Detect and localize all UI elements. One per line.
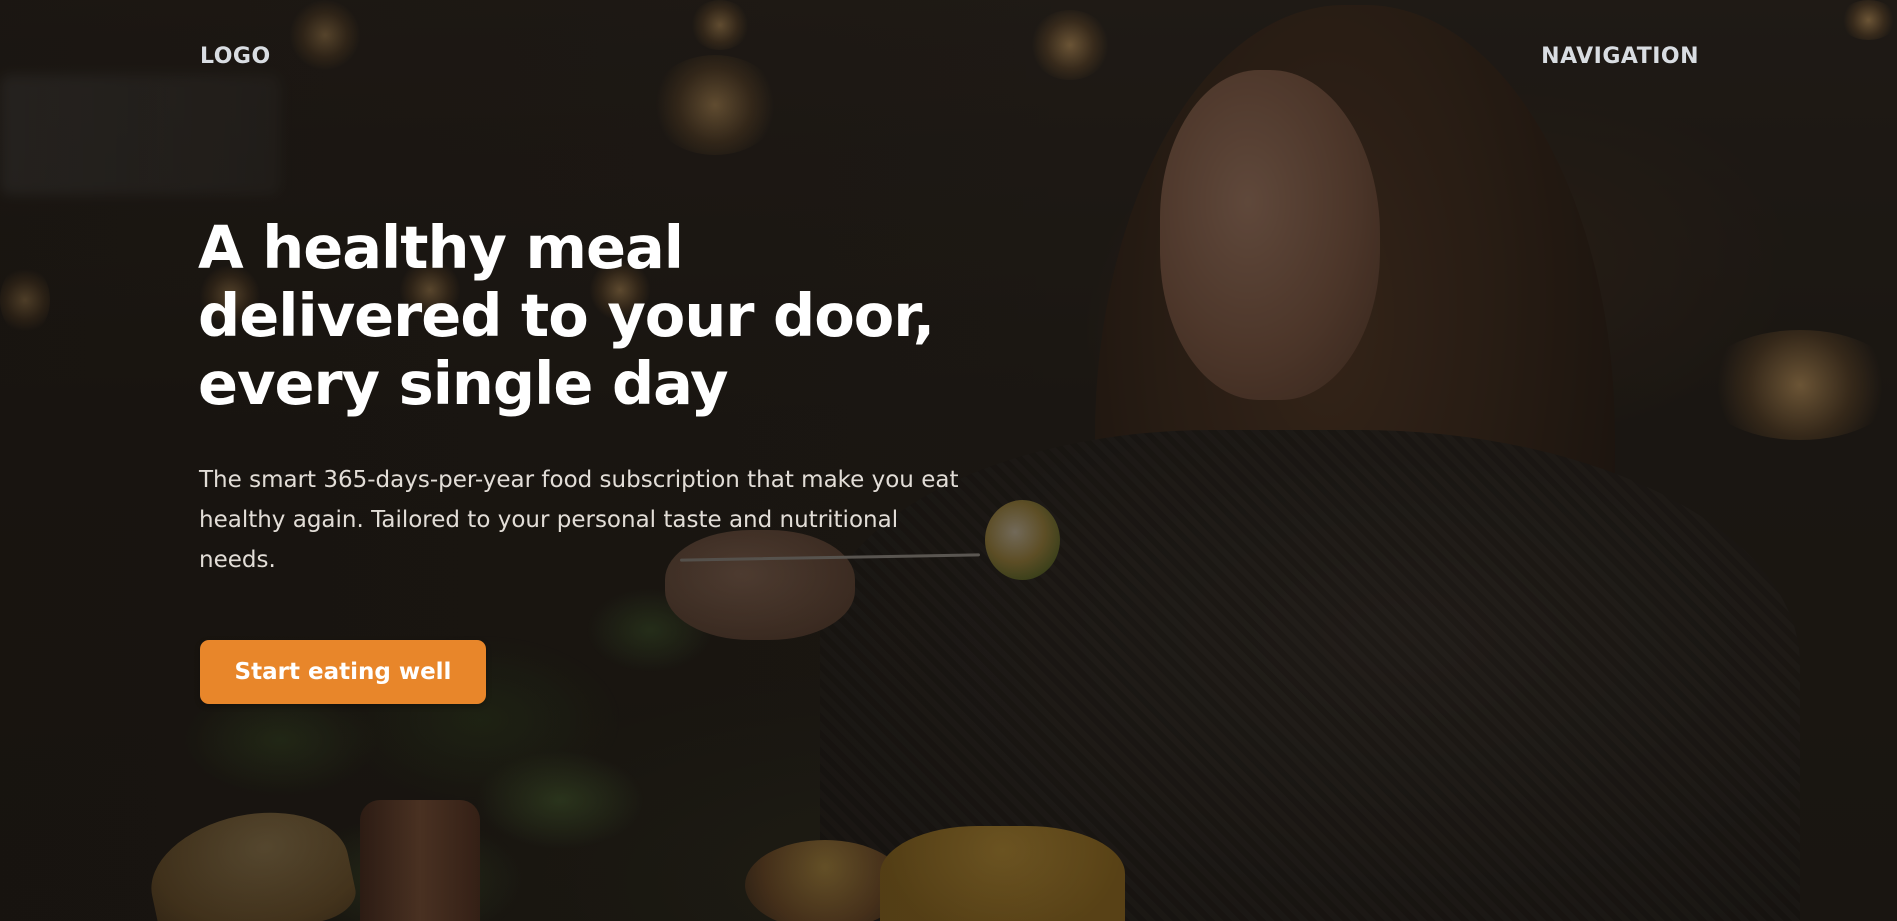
- hero-section: LOGO NAVIGATION A healthy meal delivered…: [0, 0, 1897, 921]
- navigation-link[interactable]: NAVIGATION: [1541, 44, 1699, 69]
- logo[interactable]: LOGO: [200, 44, 271, 69]
- start-eating-well-button[interactable]: Start eating well: [200, 640, 486, 704]
- hero-headline: A healthy meal delivered to your door, e…: [198, 213, 935, 418]
- hero-description: The smart 365-days-per-year food subscri…: [199, 467, 959, 573]
